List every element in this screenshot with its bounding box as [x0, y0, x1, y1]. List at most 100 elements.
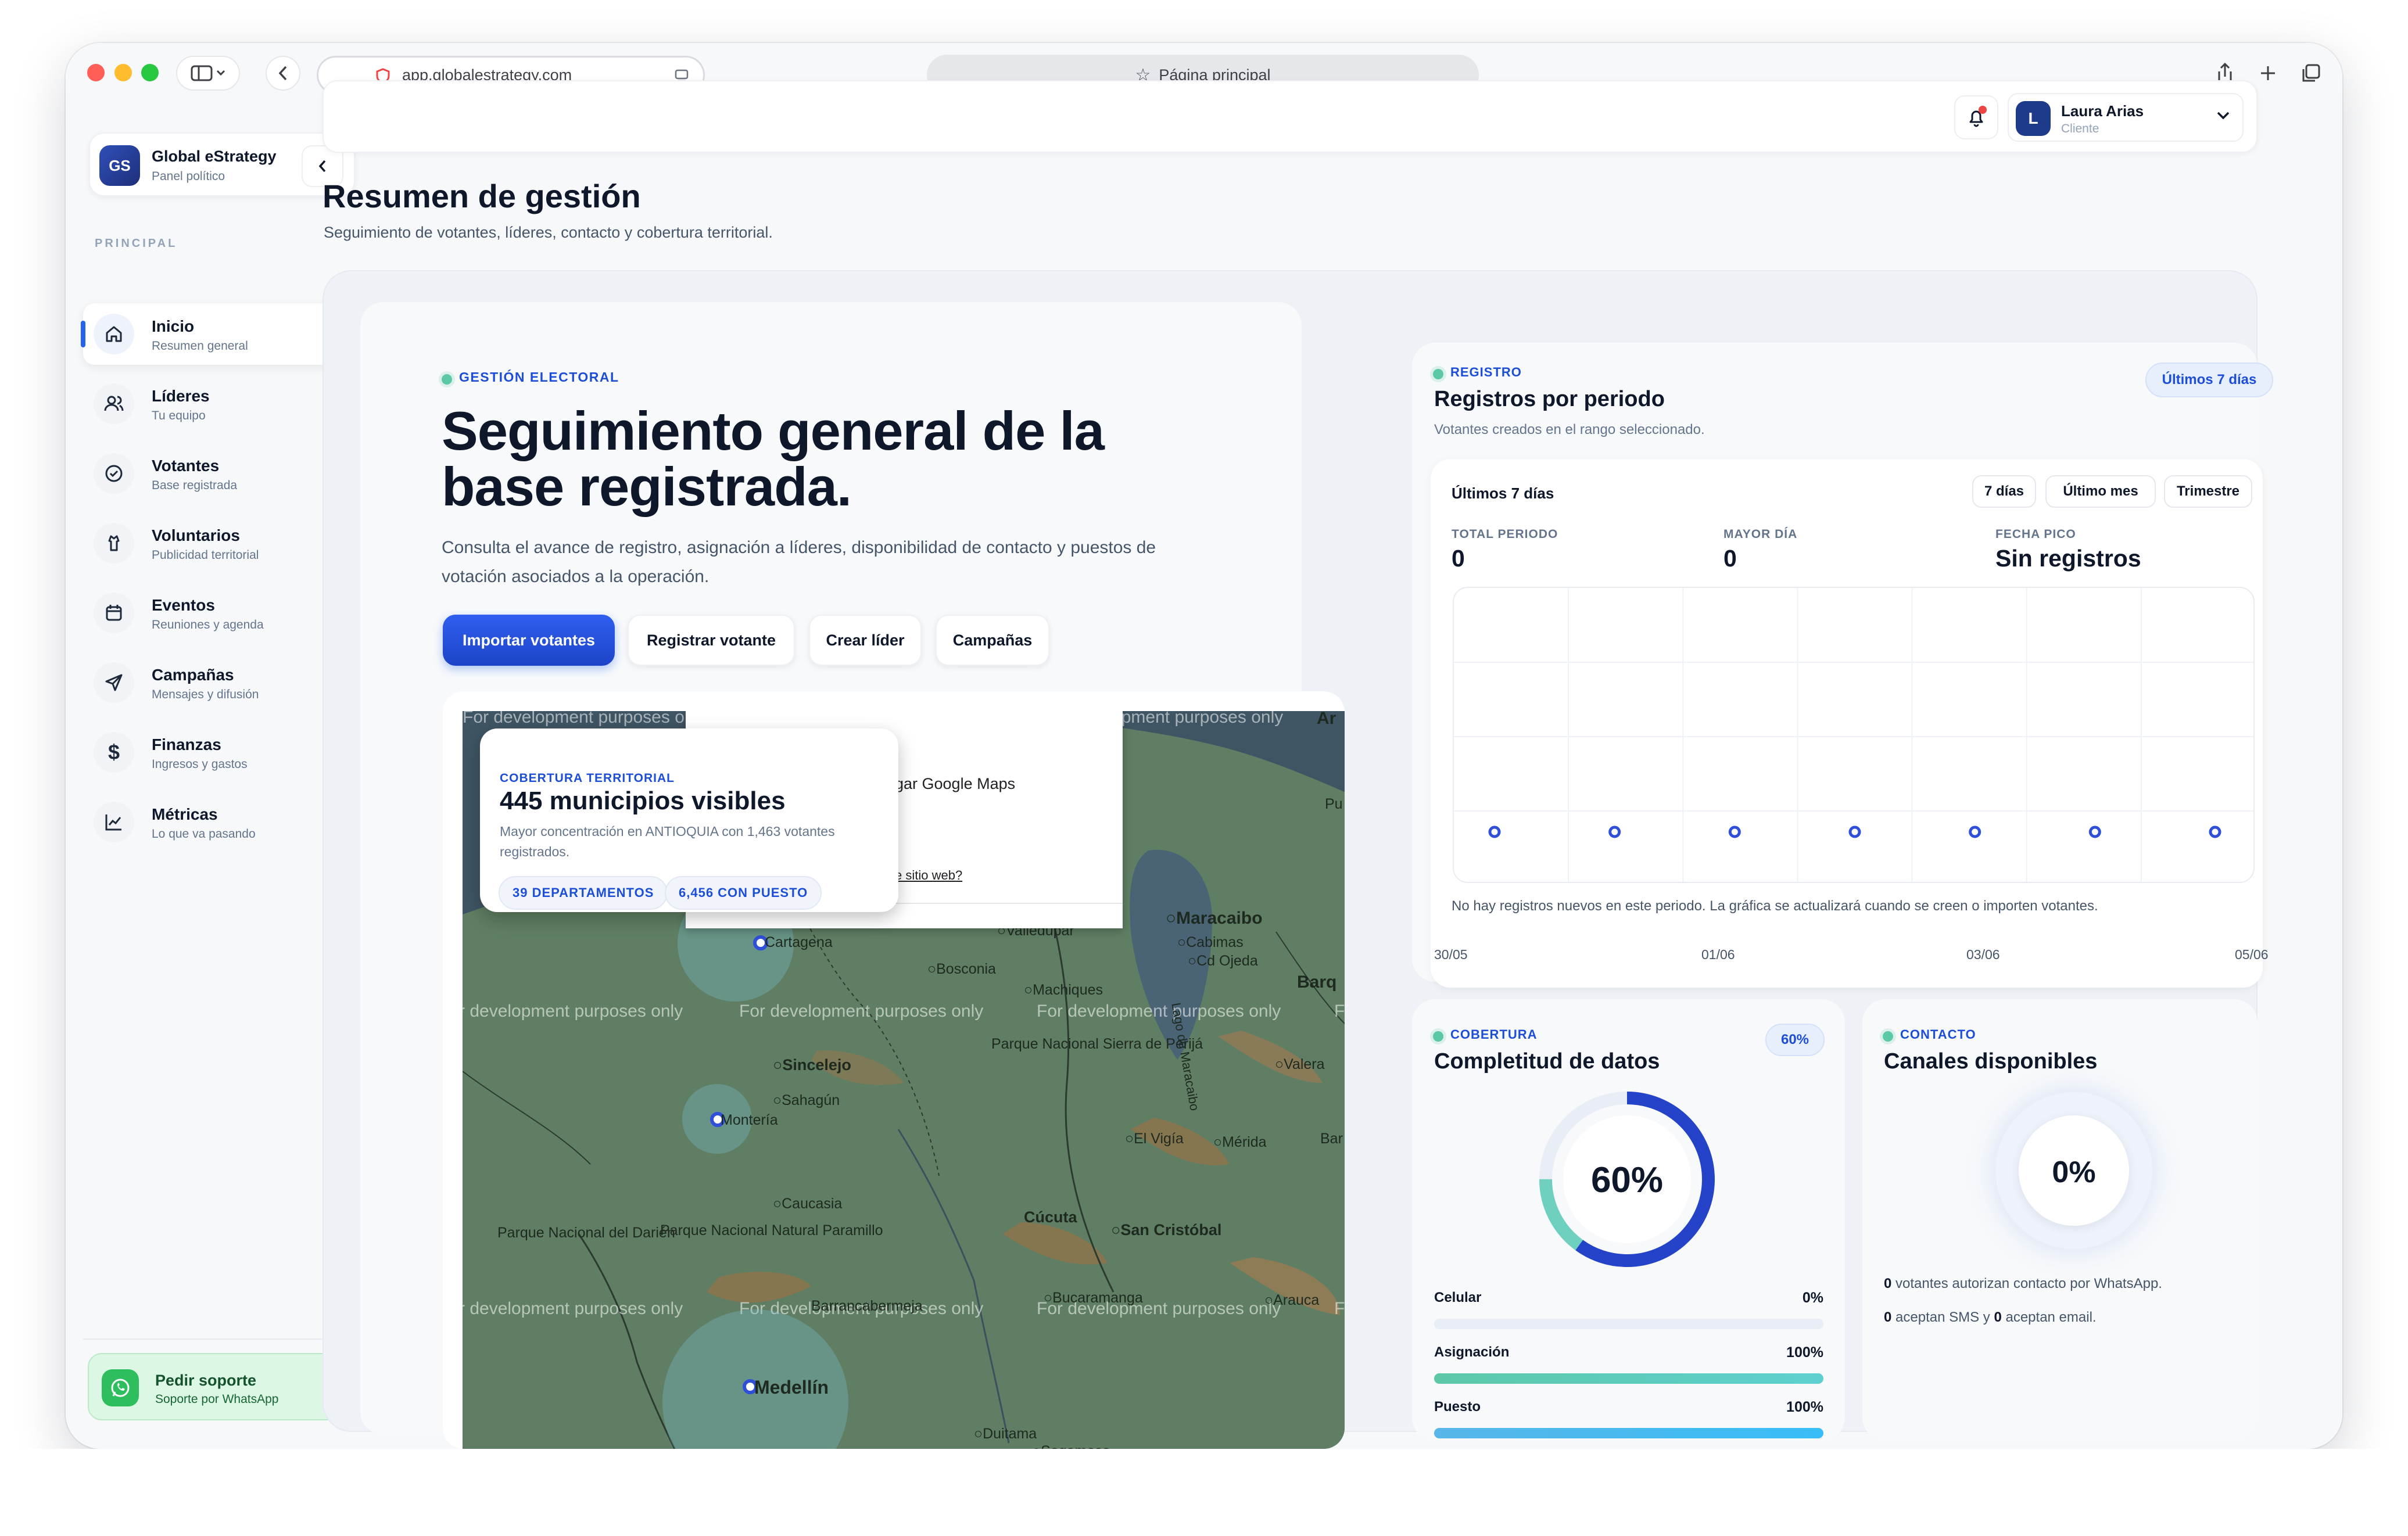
registrations-kicker-text: REGISTRO [1450, 365, 1522, 379]
notification-dot [1979, 106, 1987, 114]
sidebar-item-sub: Tu equipo [152, 409, 206, 422]
bar-label: Puesto [1434, 1399, 1481, 1415]
close-window-button[interactable] [87, 64, 105, 81]
data-point[interactable] [2209, 826, 2221, 838]
map-label: ○Cd Ojeda [1188, 953, 1258, 969]
dollar-icon: $ [94, 732, 134, 773]
sidebar-item-metricas[interactable]: Métricas Lo que va pasando [83, 791, 356, 853]
support-button[interactable]: Pedir soporte Soporte por WhatsApp [88, 1353, 356, 1420]
sidebar-item-finanzas[interactable]: $ Finanzas Ingresos y gastos [83, 722, 356, 783]
map-label: ○Machiques [1024, 982, 1103, 998]
sidebar-item-sub: Resumen general [152, 339, 248, 353]
map-watermark: For development purposes only [1037, 1002, 1281, 1021]
sidebar-item-inicio[interactable]: Inicio Resumen general [81, 303, 356, 365]
window-bottom-edge [0, 1449, 2408, 1536]
map-label: ○Cabimas [1177, 934, 1244, 950]
completeness-value: 60% [1590, 1160, 1664, 1200]
range-badge: Últimos 7 días [2145, 363, 2273, 397]
chevron-down-icon [2217, 112, 2230, 120]
status-dot [1433, 368, 1443, 379]
plus-icon [2261, 66, 2275, 80]
map-label: ○San Cristóbal [1111, 1221, 1222, 1239]
chart-line-icon [94, 802, 134, 842]
progress-fill [1434, 1373, 1823, 1384]
zoom-window-button[interactable] [141, 64, 159, 81]
sidebar-item-lideres[interactable]: Líderes Tu equipo [83, 373, 356, 435]
map-label: Bar [1320, 1131, 1343, 1147]
import-voters-button[interactable]: Importar votantes [443, 615, 615, 666]
progress-bar-asignacion [1434, 1373, 1823, 1384]
sidebar-item-votantes[interactable]: Votantes Base registrada [83, 443, 356, 504]
hero-description: Consulta el avance de registro, asignaci… [442, 538, 1156, 586]
map-label: ○Sincelejo [773, 1056, 851, 1074]
brand-card: GS Global eStrategy Panel político [89, 132, 355, 196]
data-point[interactable] [1728, 826, 1741, 838]
bar-label: Asignación [1434, 1344, 1510, 1360]
brand-logo: GS [99, 145, 140, 186]
sidebar-item-campanas[interactable]: Campañas Mensajes y difusión [83, 652, 356, 713]
data-point[interactable] [1848, 826, 1861, 838]
data-point[interactable] [1488, 826, 1501, 838]
map-label: Cartagena [765, 934, 833, 950]
registrations-subtitle: Votantes creados en el rango seleccionad… [1434, 422, 1705, 437]
sidebar-item-voluntarios[interactable]: Voluntarios Publicidad territorial [83, 512, 356, 574]
range-7-days-button[interactable]: 7 días [1972, 475, 2036, 508]
map-label: Parque Nacional Sierra de Perijá [991, 1036, 1203, 1051]
chevron-left-icon [278, 66, 287, 81]
sidebar-item-sub: Ingresos y gastos [152, 758, 248, 771]
hero-kicker-text: GESTIÓN ELECTORAL [459, 369, 619, 385]
stat-label: MAYOR DÍA [1723, 527, 1798, 541]
completeness-badge: 60% [1765, 1024, 1825, 1056]
coverage-title: 445 municipios visibles [500, 787, 786, 815]
registrations-kicker: REGISTRO [1433, 365, 1522, 380]
registrations-title: Registros por periodo [1434, 387, 1665, 411]
map-watermark: F [1334, 1299, 1345, 1318]
contact-kicker: CONTACTO [1883, 1027, 1976, 1042]
users-icon [94, 383, 134, 424]
line-chart-svg [1454, 588, 2253, 882]
bar-value: 0% [1802, 1290, 1823, 1306]
notifications-button[interactable] [1954, 95, 1998, 139]
campaigns-button[interactable]: Campañas [936, 615, 1049, 666]
stat-label: TOTAL PERIODO [1452, 527, 1558, 541]
sidebar-toggle-button[interactable] [176, 56, 240, 91]
data-point[interactable] [1608, 826, 1621, 838]
tab-overview-button[interactable] [2295, 56, 2327, 91]
map-label: ○Mérida [1213, 1134, 1267, 1150]
map-watermark: For development purposes only [463, 711, 707, 727]
map-label: Ar [1317, 711, 1336, 728]
nav-section-label: PRINCIPAL [95, 237, 178, 250]
sidebar-item-sub: Mensajes y difusión [152, 688, 259, 701]
range-quarter-button[interactable]: Trimestre [2164, 475, 2252, 508]
status-dot [1433, 1031, 1443, 1042]
back-button[interactable] [266, 56, 300, 91]
sidebar-item-eventos[interactable]: Eventos Reuniones y agenda [83, 582, 356, 644]
shirt-icon [94, 523, 134, 564]
brand-name: Global eStrategy [152, 148, 277, 165]
completeness-kicker: COBERTURA [1433, 1027, 1538, 1042]
territory-map[interactable]: For development purposes only For develo… [463, 711, 1345, 1449]
brand-subtitle: Panel político [152, 170, 225, 183]
home-icon [94, 314, 134, 354]
data-point[interactable] [1969, 826, 1981, 838]
range-last-month-button[interactable]: Último mes [2045, 475, 2156, 508]
create-leader-button[interactable]: Crear líder [809, 615, 922, 666]
sidebar-icon [191, 65, 225, 81]
new-tab-button[interactable] [2252, 56, 2284, 91]
map-watermark: F [1334, 1002, 1345, 1021]
data-point[interactable] [2088, 826, 2101, 838]
map-label: Montería [721, 1112, 778, 1128]
register-voter-button[interactable]: Registrar votante [628, 615, 795, 666]
sidebar-item-label: Finanzas [152, 735, 221, 753]
sidebar-item-label: Campañas [152, 666, 234, 684]
map-label: ○Valera [1275, 1056, 1325, 1072]
map-label: Parque Nacional del Darién [497, 1225, 675, 1241]
dialog-link[interactable]: e sitio web? [895, 868, 962, 883]
support-title: Pedir soporte [155, 1372, 257, 1389]
avatar: L [2016, 101, 2051, 136]
x-axis-label: 01/06 [1701, 947, 1735, 962]
map-label: ○Caucasia [773, 1196, 843, 1212]
minimize-window-button[interactable] [114, 64, 132, 81]
user-menu[interactable]: L Laura Arias Cliente [2008, 93, 2244, 142]
status-dot [1883, 1031, 1893, 1042]
